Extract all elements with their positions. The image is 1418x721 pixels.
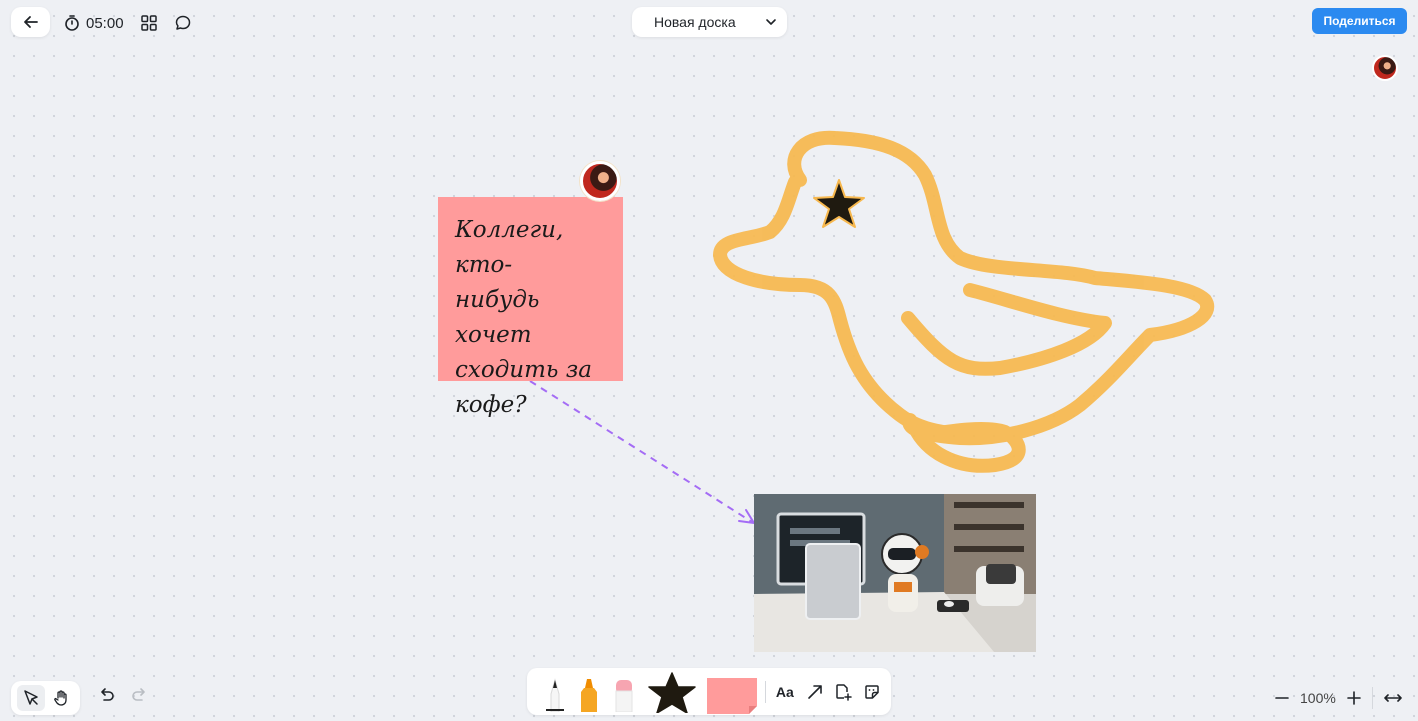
arrow-icon [808,684,822,699]
eraser-icon [615,679,633,712]
hand-icon [54,690,67,706]
freehand-drawing[interactable] [713,130,1214,473]
arrow-tool[interactable] [804,668,826,715]
shape-tool[interactable] [645,668,699,715]
undo-button[interactable] [98,686,116,704]
pen-icon [545,677,564,712]
sticky-note-line: кофе? [455,392,527,418]
add-page-icon [836,683,853,701]
robot-illustration [754,494,1036,652]
zoom-controls: 100% [1274,686,1403,710]
plus-icon [1347,691,1361,705]
undo-icon [101,688,114,701]
select-tool-button[interactable] [16,685,45,711]
sticky-note-author-avatar [580,161,620,201]
zoom-divider [1371,687,1373,709]
sticky-note-line: Коллеги, кто- [455,217,564,278]
navigation-mode-panel [11,681,80,715]
star-shape[interactable] [813,179,865,228]
sticker-tool[interactable] [861,668,883,715]
pen-tool[interactable] [541,668,569,715]
redo-icon [132,688,145,701]
redo-button[interactable] [130,686,148,704]
sticky-note-icon [706,677,757,714]
eraser-tool[interactable] [609,668,639,715]
sticky-note-line: нибудь хочет [455,287,540,348]
zoom-value: 100% [1300,690,1336,706]
robot-at-desk-image[interactable] [754,494,1036,652]
add-page-tool[interactable] [832,668,854,715]
canvas-drawing-layer [444,130,1214,524]
marker-tool[interactable] [575,668,603,715]
sticky-note-line: сходить за [455,357,592,383]
hand-tool-button[interactable] [48,685,74,711]
sticker-icon [865,684,879,699]
text-tool[interactable]: Aa [772,668,798,715]
fit-width-icon [1384,694,1402,702]
star-icon [648,671,696,713]
sticky-note[interactable]: Коллеги, кто- нибудь хочет сходить за ко… [438,197,623,418]
creation-toolbar: Aa [527,668,891,715]
fit-width-button[interactable] [1383,690,1403,706]
zoom-out-button[interactable] [1274,690,1290,706]
marker-icon [580,678,597,712]
toolbar-divider [764,680,766,703]
zoom-in-button[interactable] [1346,690,1362,706]
cursor-icon [24,690,38,705]
sticky-note-tool[interactable] [705,668,759,715]
minus-icon [1275,697,1289,699]
